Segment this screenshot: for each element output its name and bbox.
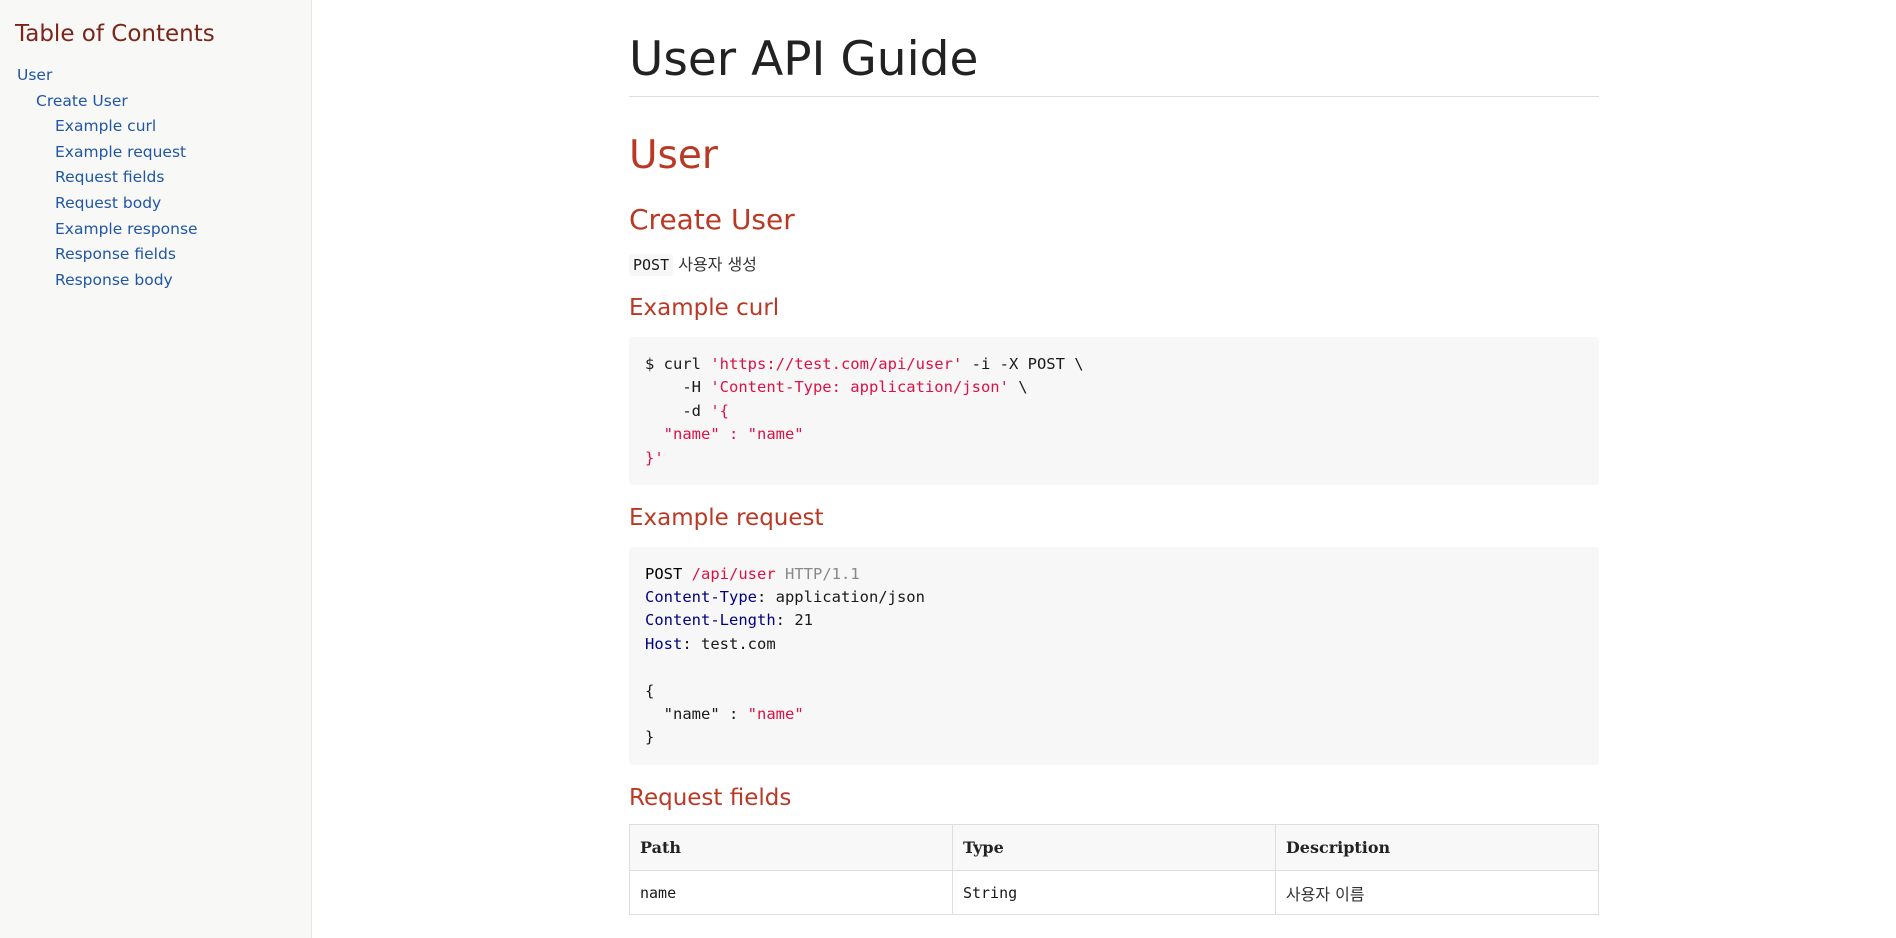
cell-type: String xyxy=(951,870,1276,916)
toc-link-request-body[interactable]: Request body xyxy=(55,194,161,212)
code-string: "name" xyxy=(747,705,804,723)
code-path: /api/user xyxy=(691,564,776,583)
code-protocol: HTTP/1.1 xyxy=(785,564,860,583)
toc-link-response-fields[interactable]: Response fields xyxy=(55,245,176,263)
heading-example-request: Example request xyxy=(629,504,824,531)
table-header-row: Path Type Description xyxy=(629,824,1600,872)
column-header-description: Description xyxy=(1274,824,1600,872)
toc-link-example-curl[interactable]: Example curl xyxy=(55,117,156,135)
code-string: '{ xyxy=(710,401,729,420)
code-text: { xyxy=(645,681,655,700)
code-text: \ xyxy=(1008,378,1028,397)
subsection-heading-create-user: Create User xyxy=(629,203,795,237)
column-header-path: Path xyxy=(629,824,953,872)
table-row: name String 사용자 이름 xyxy=(629,870,1600,916)
code-string: "name" : "name" xyxy=(645,425,804,444)
toc-link-user[interactable]: User xyxy=(17,66,52,84)
code-text: } xyxy=(645,728,655,747)
toc-link-example-request[interactable]: Example request xyxy=(55,143,186,161)
code-string: 'https://test.com/api/user' xyxy=(710,354,963,373)
toc-title: Table of Contents xyxy=(15,21,215,47)
code-text: -i -X POST \ xyxy=(962,354,1084,373)
code-header-value: : test.com xyxy=(682,634,776,653)
request-code-block: POST /api/user HTTP/1.1 Content-Type: ap… xyxy=(629,546,1599,765)
code-text: "name" : xyxy=(645,705,748,723)
section-heading-user: User xyxy=(629,133,718,179)
toc-link-response-body[interactable]: Response body xyxy=(55,271,173,289)
code-header-name: Content-Length xyxy=(645,611,776,630)
toc-list: User Create User Example curl Example re… xyxy=(15,63,311,293)
endpoint-description: POST 사용자 생성 xyxy=(629,252,1599,278)
http-method-code: POST xyxy=(629,253,674,276)
code-string: }' xyxy=(645,448,664,467)
toc-link-request-fields[interactable]: Request fields xyxy=(55,168,164,186)
endpoint-description-text: 사용자 생성 xyxy=(678,254,757,274)
cell-path: name xyxy=(629,870,953,916)
request-fields-table: Path Type Description name String 사용자 이름 xyxy=(629,824,1600,916)
code-header-name: Content-Type xyxy=(645,587,757,606)
table-of-contents: Table of Contents User Create User Examp… xyxy=(0,0,312,938)
code-header-name: Host xyxy=(645,634,683,653)
code-keyword: POST xyxy=(645,564,683,583)
heading-example-curl: Example curl xyxy=(629,295,780,322)
cell-description: 사용자 이름 xyxy=(1274,870,1600,916)
toc-link-example-response[interactable]: Example response xyxy=(55,220,198,238)
toc-link-create-user[interactable]: Create User xyxy=(36,92,128,110)
code-text: -d xyxy=(645,401,711,420)
heading-request-fields: Request fields xyxy=(629,784,792,811)
code-header-value: : 21 xyxy=(775,611,813,630)
code-header-value: : application/json xyxy=(756,587,925,606)
column-header-type: Type xyxy=(951,824,1276,872)
code-text: $ curl xyxy=(645,354,711,373)
page-title: User API Guide xyxy=(629,32,1599,98)
code-string: 'Content-Type: application/json' xyxy=(710,378,1009,397)
code-text: -H xyxy=(645,378,711,397)
curl-code-block: $ curl 'https://test.com/api/user' -i -X… xyxy=(629,336,1599,485)
document-content: User API Guide User Create User POST 사용자… xyxy=(629,0,1600,916)
